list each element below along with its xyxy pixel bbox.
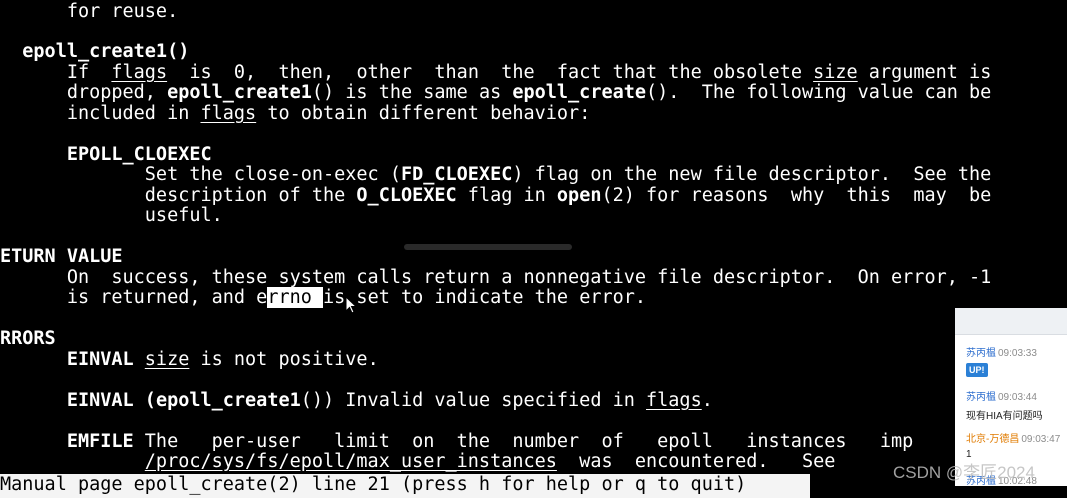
man-line: EINVAL (epoll_create1()) Invalid value s… [0, 390, 713, 411]
section-heading-return-value: ETURN VALUE [0, 246, 123, 267]
man-line: EMFILE The per-user limit on the number … [0, 431, 914, 452]
chat-username[interactable]: 苏丙榅 [966, 348, 996, 359]
chat-message: 北京-万德昌 09:03:47 1 [966, 430, 1060, 460]
man-line: for reuse. [0, 1, 179, 22]
chat-message-text: 现有HIA有问题吗 [966, 411, 1043, 422]
man-line: On success, these system calls return a … [0, 267, 992, 288]
mouse-cursor-icon [345, 296, 358, 314]
flag-name-epoll-cloexec: EPOLL_CLOEXEC [0, 144, 212, 165]
man-line: Set the close-on-exec (FD_CLOEXEC) flag … [0, 164, 992, 185]
chat-timestamp: 09:03:47 [1021, 434, 1061, 445]
chat-timestamp: 09:03:44 [998, 392, 1037, 403]
man-line: EINVAL size is not positive. [0, 349, 379, 370]
up-badge: UP! [966, 363, 988, 377]
terminal-window[interactable]: for reuse. epoll_create1() If flags is 0… [0, 0, 1067, 498]
chat-timestamp: 09:03:33 [998, 348, 1037, 359]
man-line: description of the O_CLOEXEC flag in ope… [0, 185, 992, 206]
watermark: CSDN @李匠2024 [893, 463, 1035, 482]
chat-panel-header [955, 308, 1067, 335]
chat-message: 苏丙榅 09:03:44 现有HIA有问题吗 [966, 388, 1043, 422]
man-line: is returned, and errno is set to indicat… [0, 287, 647, 308]
section-heading-epoll-create1: epoll_create1() [0, 41, 190, 62]
chat-username[interactable]: 北京-万德昌 [966, 434, 1019, 445]
chat-username[interactable]: 苏丙榅 [966, 392, 996, 403]
man-line: /proc/sys/fs/epoll/max_user_instances wa… [144, 451, 858, 472]
man-line: dropped, epoll_create1() is the same as … [0, 82, 992, 103]
man-line: included in flags to obtain different be… [0, 103, 591, 124]
man-line: useful. [0, 205, 223, 226]
chat-message: 苏丙榅 09:03:33 UP! [966, 344, 1037, 377]
smudge-artifact [404, 244, 572, 250]
section-heading-errors: RRORS [0, 328, 56, 349]
text-selection[interactable]: rrno [267, 287, 324, 308]
pager-status-line: Manual page epoll_create(2) line 21 (pre… [0, 474, 810, 498]
man-line: If flags is 0, then, other than the fact… [0, 62, 992, 83]
